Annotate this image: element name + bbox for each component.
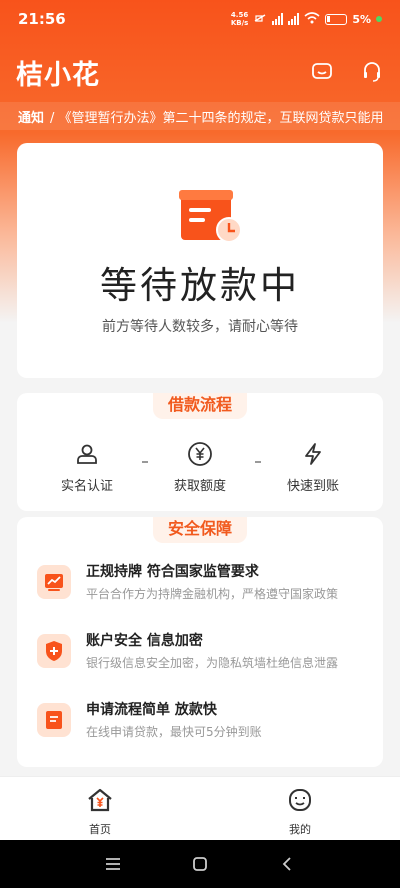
safety-item-title: 正规持牌 符合国家监管要求 <box>86 564 259 580</box>
mute-icon <box>253 12 267 27</box>
safety-item: 申请流程简单 放款快 在线申请贷款，最快可5分钟到账 <box>37 695 377 745</box>
safety-card: 安全保障 正规持牌 符合国家监管要求 平台合作方为持牌金融机构，严格遵守国家政策… <box>17 517 383 767</box>
flow-step-verify: 实名认证 <box>37 441 137 494</box>
safety-item-desc: 在线申请贷款，最快可5分钟到账 <box>86 725 262 739</box>
notice-label: 通知 <box>18 110 45 126</box>
flow-step-label: 快速到账 <box>286 479 339 494</box>
tab-label: 我的 <box>289 823 311 836</box>
safety-item-title: 账户安全 信息加密 <box>86 633 203 649</box>
safety-item-title: 申请流程简单 放款快 <box>86 702 217 718</box>
flow-step-quota: 获取额度 <box>150 441 250 494</box>
lightning-icon <box>263 441 363 467</box>
privacy-dot <box>376 16 382 22</box>
status-time: 21:56 <box>18 10 66 28</box>
document-icon <box>37 703 71 737</box>
safety-item-desc: 银行级信息安全加密，为隐私筑墙杜绝信息泄露 <box>86 656 339 670</box>
home-icon <box>88 788 112 812</box>
loan-status-title: 等待放款中 <box>100 264 300 307</box>
safety-item: 正规持牌 符合国家监管要求 平台合作方为持牌金融机构，严格遵守国家政策 <box>37 557 377 607</box>
safety-item-desc: 平台合作方为持牌金融机构，严格遵守国家政策 <box>86 587 339 601</box>
safety-item: 账户安全 信息加密 银行级信息安全加密，为隐私筑墙杜绝信息泄露 <box>37 626 377 676</box>
clock-document-icon <box>179 190 242 243</box>
safety-title: 安全保障 <box>153 517 247 543</box>
flow-connector <box>255 461 261 463</box>
notice-bar[interactable]: 通知 / 《管理暂行办法》第二十四条的规定，互联网贷款只能用 <box>0 102 400 130</box>
yen-icon <box>150 441 250 467</box>
flow-step-label: 实名认证 <box>60 479 113 494</box>
loan-status-subtitle: 前方等待人数较多，请耐心等待 <box>102 319 298 335</box>
app-logo: 桔小花 <box>16 59 100 91</box>
shield-icon <box>37 634 71 668</box>
flow-step-label: 获取额度 <box>173 479 226 494</box>
net-speed: 4.56 KB/s <box>230 11 249 27</box>
loan-flow-card: 借款流程 实名认证 获取额度 快速到账 <box>17 393 383 511</box>
bottom-tab-bar: 首页 我的 <box>0 776 400 840</box>
flow-connector <box>142 461 148 463</box>
system-nav-bar <box>0 840 400 888</box>
flow-step-fast: 快速到账 <box>263 441 363 494</box>
person-icon <box>37 441 137 467</box>
battery-level: 5% <box>352 12 371 26</box>
signal-icon-2 <box>288 13 300 25</box>
loan-flow-title: 借款流程 <box>153 393 247 419</box>
home-button-icon[interactable] <box>188 852 212 876</box>
app-header: 桔小花 <box>0 50 400 94</box>
signal-icon <box>272 13 284 25</box>
wifi-icon <box>304 11 320 27</box>
profile-icon <box>289 789 311 811</box>
menu-icon[interactable] <box>101 852 125 876</box>
tab-home[interactable]: 首页 <box>60 787 140 837</box>
status-icons: 4.56 KB/s 5% <box>231 11 382 27</box>
back-icon[interactable] <box>275 852 299 876</box>
notice-text: / 《管理暂行办法》第二十四条的规定，互联网贷款只能用 <box>50 110 384 126</box>
headset-icon[interactable] <box>360 60 384 84</box>
message-icon[interactable] <box>310 60 334 84</box>
battery-icon <box>325 13 348 25</box>
chart-icon <box>37 565 71 599</box>
status-bar: 21:56 4.56 KB/s 5% <box>0 0 400 38</box>
loan-status-card: 等待放款中 前方等待人数较多，请耐心等待 <box>17 143 383 378</box>
tab-label: 首页 <box>89 823 111 836</box>
tab-profile[interactable]: 我的 <box>260 787 340 837</box>
